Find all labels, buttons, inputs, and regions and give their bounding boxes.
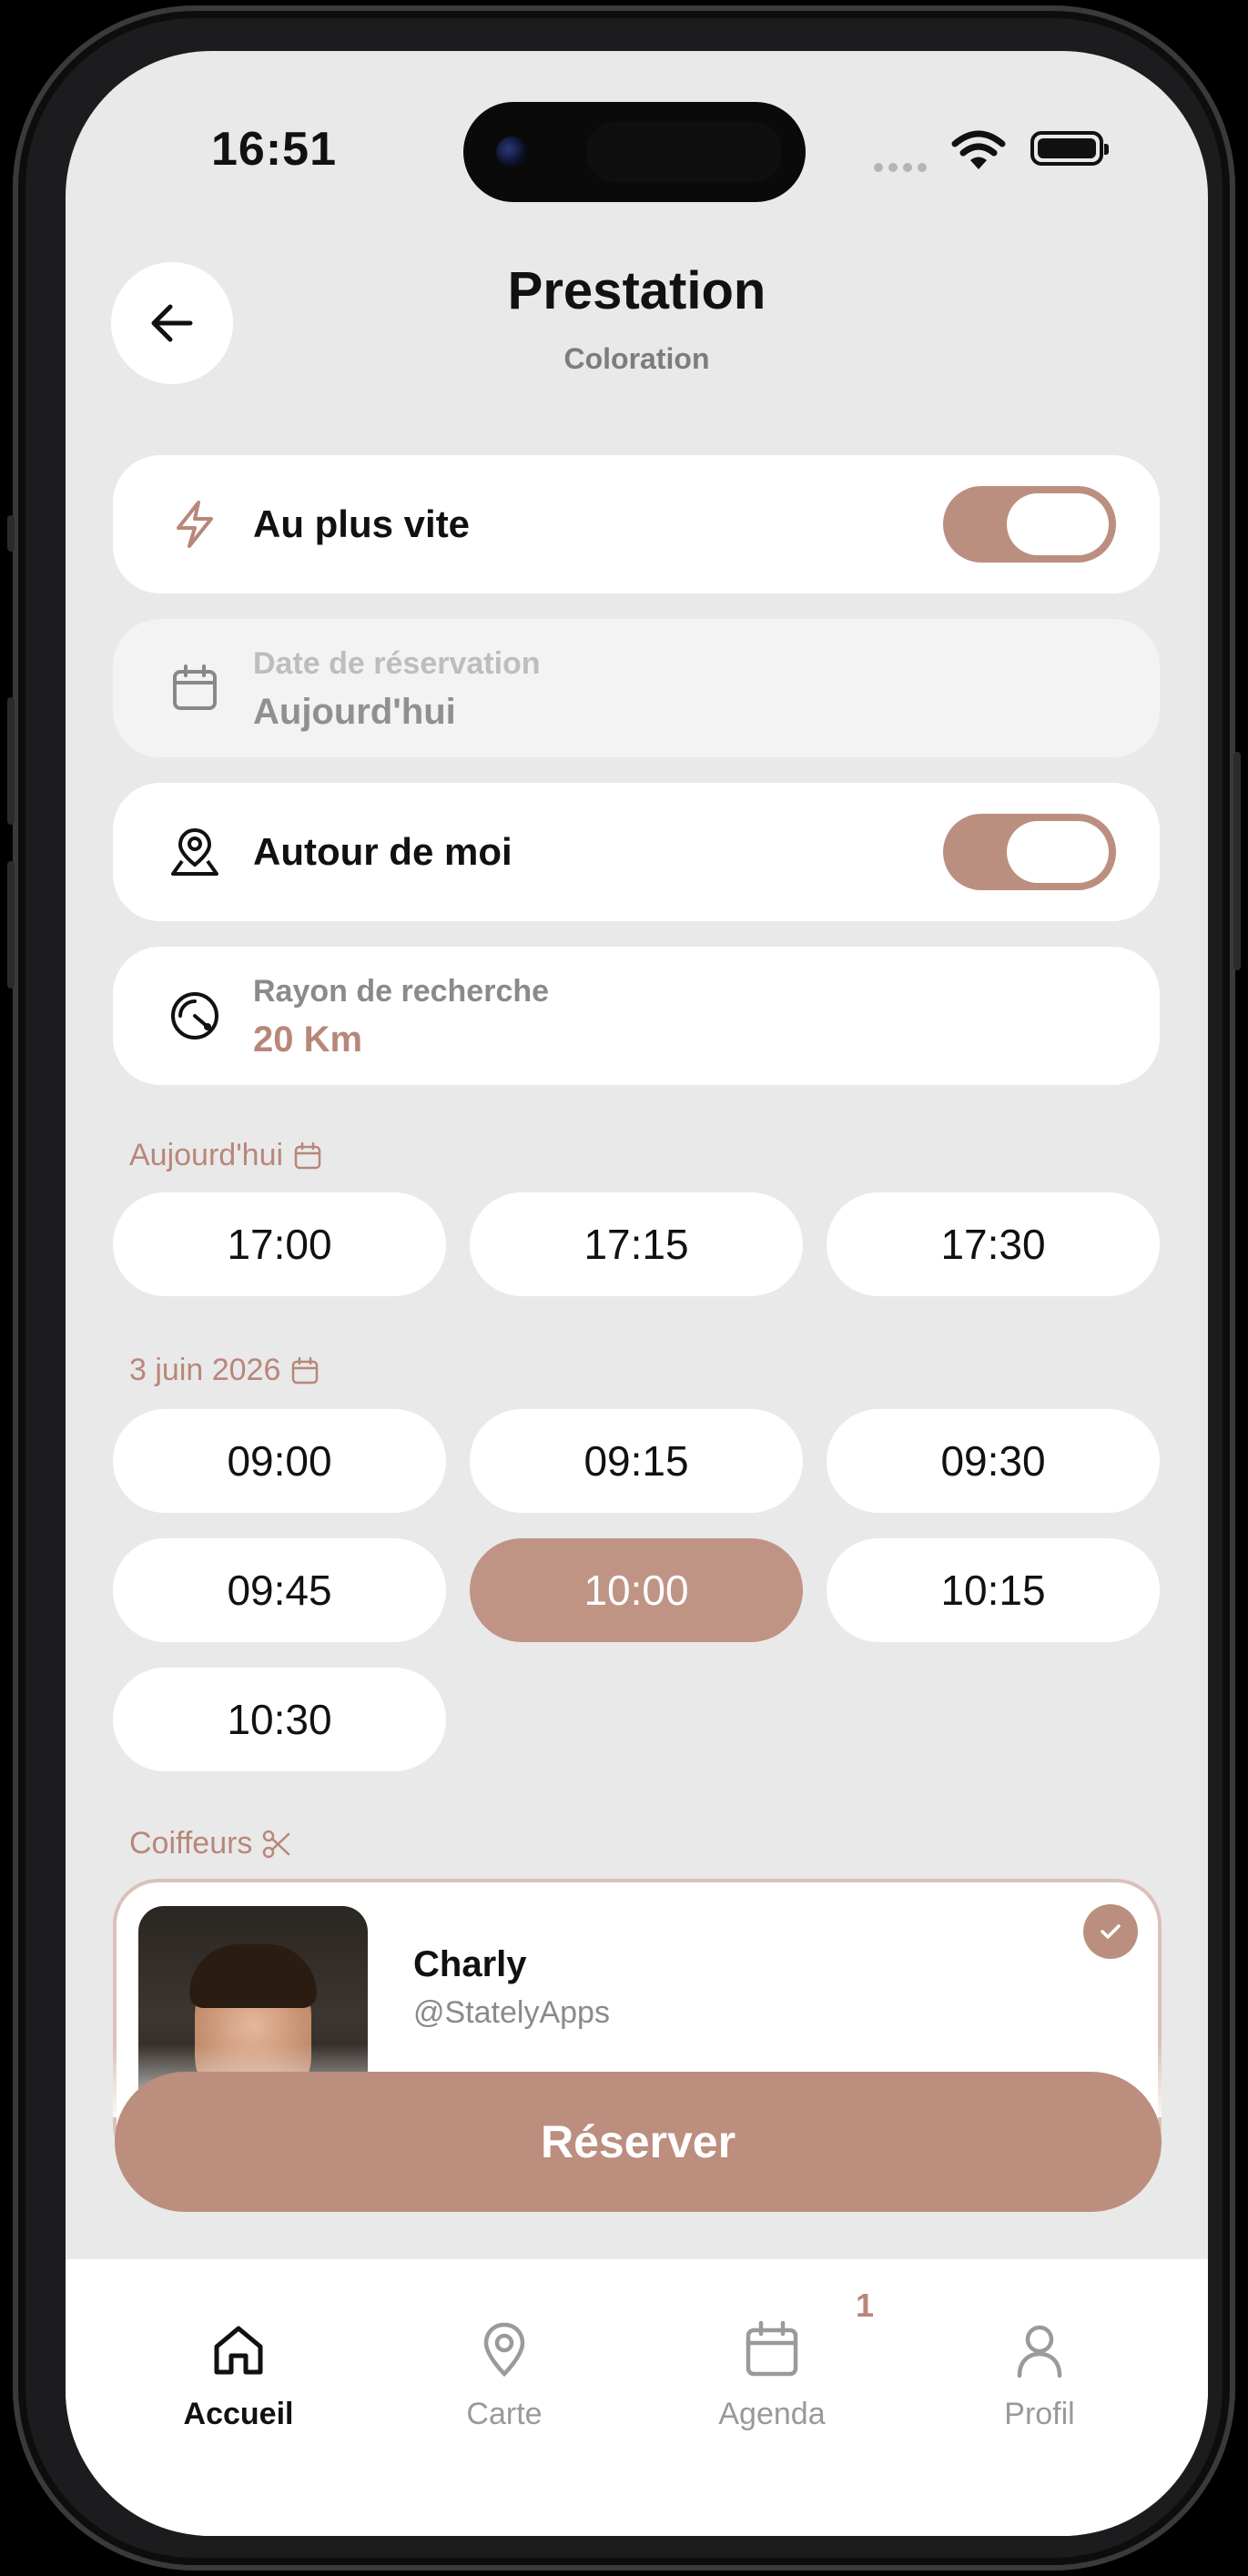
screen: 16:51 Prestation Coloration Au plus vite… bbox=[66, 51, 1208, 2536]
tab-label: Carte bbox=[466, 2397, 543, 2431]
tab-label: Accueil bbox=[183, 2397, 294, 2431]
asap-toggle[interactable] bbox=[943, 486, 1116, 563]
today-label: Aujourd'hui bbox=[129, 1138, 284, 1172]
asap-label: Au plus vite bbox=[253, 502, 471, 545]
radius-value: 20 Km bbox=[253, 1019, 363, 1060]
tab-accueil[interactable]: Accueil bbox=[147, 2317, 330, 2432]
agenda-badge: 1 bbox=[856, 2287, 875, 2324]
calendar-icon bbox=[292, 1356, 319, 1384]
date-field[interactable]: Date de réservation Aujourd'hui bbox=[113, 619, 1160, 757]
date-value: Aujourd'hui bbox=[253, 692, 456, 732]
time-slot[interactable]: 09:30 bbox=[827, 1409, 1160, 1513]
tab-label: Agenda bbox=[718, 2397, 826, 2431]
tab-profil[interactable]: Profil bbox=[949, 2317, 1131, 2432]
time-slot[interactable]: 10:15 bbox=[827, 1538, 1160, 1642]
map-pin-icon bbox=[483, 2322, 525, 2378]
phone-frame: 16:51 Prestation Coloration Au plus vite… bbox=[7, 5, 1241, 2571]
user-icon bbox=[1017, 2325, 1062, 2378]
page-title: Prestation bbox=[507, 261, 766, 320]
front-camera bbox=[496, 137, 527, 167]
toggle-knob bbox=[1007, 493, 1109, 555]
hairdresser-name: Charly bbox=[413, 1944, 527, 1984]
dynamic-island bbox=[463, 102, 806, 202]
hairdressers-label: Coiffeurs bbox=[129, 1826, 253, 1861]
nearby-label: Autour de moi bbox=[253, 830, 512, 873]
hairdresser-handle: @StatelyApps bbox=[413, 1995, 610, 2030]
nearby-card: Autour de moi bbox=[113, 783, 1160, 921]
map-pin-user-icon bbox=[171, 827, 218, 876]
hairdressers-section-header: Coiffeurs bbox=[129, 1826, 292, 1861]
time-slot[interactable]: 17:30 bbox=[827, 1192, 1160, 1296]
today-section-header: Aujourd'hui bbox=[129, 1138, 323, 1173]
time-slot[interactable]: 09:00 bbox=[113, 1409, 446, 1513]
reserve-button[interactable]: Réserver bbox=[115, 2072, 1162, 2212]
wifi-icon bbox=[951, 129, 1006, 176]
page-subtitle: Coloration bbox=[563, 342, 710, 375]
radius-label: Rayon de recherche bbox=[253, 974, 550, 1009]
volume-up-button bbox=[7, 697, 15, 825]
calendar-icon bbox=[746, 2320, 798, 2377]
tab-agenda[interactable]: Agenda bbox=[681, 2317, 863, 2432]
time-slot-selected[interactable]: 10:00 bbox=[470, 1538, 803, 1642]
time-slot[interactable]: 17:15 bbox=[470, 1192, 803, 1296]
scissors-icon bbox=[263, 1830, 290, 1858]
radar-icon bbox=[171, 992, 218, 1040]
battery-icon bbox=[1030, 131, 1109, 166]
time-slot[interactable]: 09:15 bbox=[470, 1409, 803, 1513]
action-button bbox=[7, 515, 15, 552]
selected-check-icon bbox=[1083, 1904, 1138, 1959]
volume-down-button bbox=[7, 861, 15, 989]
status-time: 16:51 bbox=[211, 123, 337, 176]
tab-label: Profil bbox=[1004, 2397, 1075, 2431]
signal-dots-icon bbox=[874, 160, 934, 172]
home-icon bbox=[214, 2326, 263, 2375]
lightning-icon bbox=[177, 501, 213, 548]
june-section-header: 3 juin 2026 bbox=[129, 1353, 320, 1388]
time-slot[interactable]: 10:30 bbox=[113, 1668, 446, 1771]
nearby-toggle[interactable] bbox=[943, 814, 1116, 890]
status-bar: 16:51 bbox=[66, 51, 1208, 215]
calendar-icon bbox=[294, 1141, 321, 1169]
calendar-icon bbox=[173, 664, 217, 710]
tab-bar: Accueil Carte Agenda 1 Profil bbox=[66, 2259, 1208, 2536]
asap-card: Au plus vite bbox=[113, 455, 1160, 593]
toggle-knob bbox=[1007, 821, 1109, 883]
time-slot[interactable]: 17:00 bbox=[113, 1192, 446, 1296]
date-label: Date de réservation bbox=[253, 646, 541, 681]
time-slot[interactable]: 09:45 bbox=[113, 1538, 446, 1642]
power-button bbox=[1233, 752, 1241, 970]
sensor-housing bbox=[586, 122, 782, 182]
tab-carte[interactable]: Carte bbox=[413, 2317, 595, 2432]
june-label: 3 juin 2026 bbox=[129, 1353, 281, 1387]
radius-field[interactable]: Rayon de recherche 20 Km bbox=[113, 947, 1160, 1085]
